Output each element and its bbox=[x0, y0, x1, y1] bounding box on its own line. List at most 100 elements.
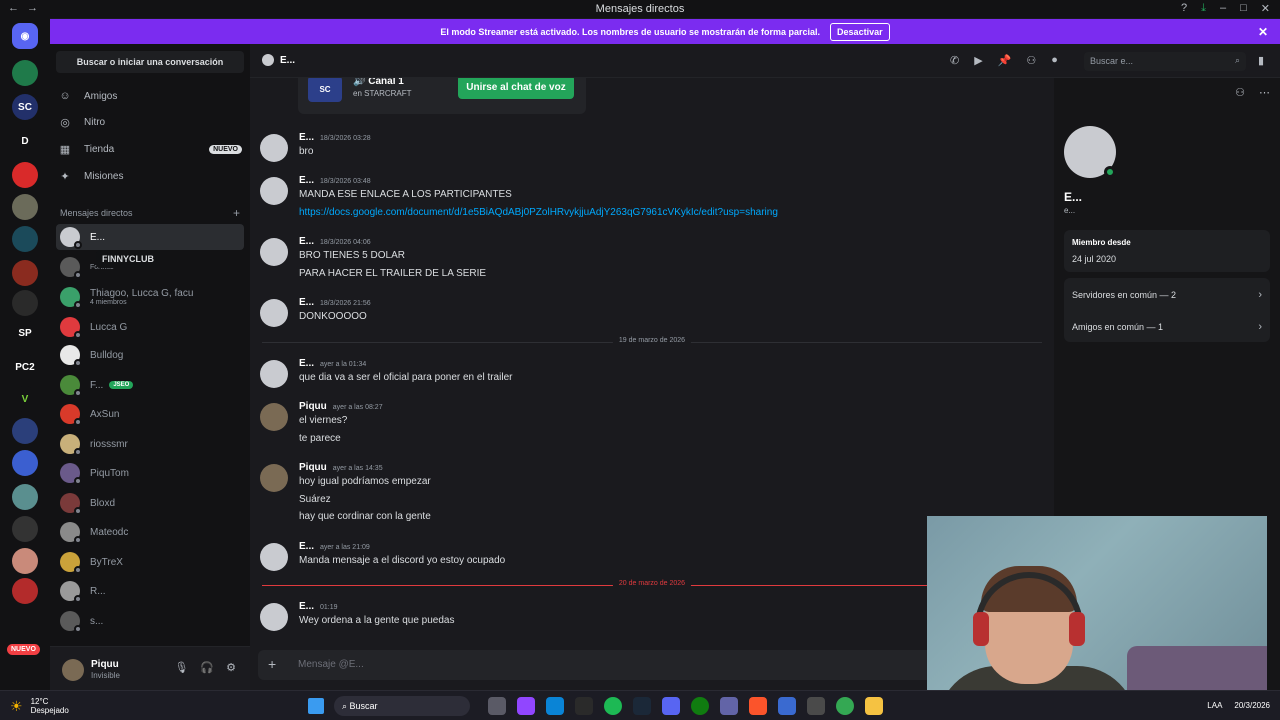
dm-list-item[interactable]: s... bbox=[56, 608, 244, 634]
message-author[interactable]: Piquu ayer a las 14:35 bbox=[299, 462, 383, 473]
clock-date[interactable]: 20/3/2026 bbox=[1234, 701, 1270, 710]
download-icon[interactable]: ⤓ bbox=[1201, 2, 1206, 15]
call-icon[interactable]: ✆ bbox=[950, 54, 959, 67]
message-link[interactable]: https://docs.google.com/document/d/1e5Bi… bbox=[299, 207, 778, 218]
server-icon[interactable] bbox=[12, 260, 38, 286]
add-friend-icon[interactable]: ⚇ bbox=[1026, 54, 1036, 67]
mutual-servers-row[interactable]: Servidores en común — 2 › bbox=[1072, 289, 1262, 301]
more-icon[interactable]: ⋯ bbox=[1259, 86, 1270, 99]
add-friend-icon[interactable]: ⚇ bbox=[1235, 86, 1245, 99]
server-icon[interactable] bbox=[12, 290, 38, 316]
dm-list-item[interactable]: F... JSEO bbox=[56, 372, 244, 398]
dm-list-item[interactable]: Thiagoo, Lucca G, facu 4 miembros bbox=[56, 284, 244, 310]
server-icon[interactable] bbox=[12, 450, 38, 476]
app-icon[interactable] bbox=[720, 697, 738, 715]
deactivate-button[interactable]: Desactivar bbox=[830, 22, 890, 41]
settings-icon[interactable] bbox=[807, 697, 825, 715]
message-author[interactable]: E... 18/3/2026 04:06 bbox=[299, 236, 371, 247]
message-author[interactable]: E... 18/3/2026 21:56 bbox=[299, 297, 371, 308]
headphones-icon[interactable]: 🎧 bbox=[200, 661, 214, 674]
server-icon[interactable] bbox=[12, 548, 38, 574]
server-icon[interactable] bbox=[12, 484, 38, 510]
message-author[interactable]: E... ayer a la 01:34 bbox=[299, 358, 366, 369]
app-icon[interactable] bbox=[575, 697, 593, 715]
steam-icon[interactable] bbox=[633, 697, 651, 715]
avatar[interactable] bbox=[260, 543, 288, 571]
help-icon[interactable]: ? bbox=[1181, 2, 1187, 15]
message-input[interactable]: Mensaje @E... bbox=[298, 659, 364, 670]
sidebar-item-misiones[interactable]: ✦ Misiones bbox=[58, 164, 246, 188]
app-icon[interactable] bbox=[778, 697, 796, 715]
message-author[interactable]: E... 18/3/2026 03:28 bbox=[299, 132, 371, 143]
server-icon[interactable] bbox=[12, 194, 38, 220]
sidebar-item-amigos[interactable]: ☺ Amigos bbox=[58, 84, 246, 108]
avatar[interactable] bbox=[260, 360, 288, 388]
message-author[interactable]: E... ayer a las 21:09 bbox=[299, 541, 370, 552]
dm-list-item[interactable]: ByTreX bbox=[56, 549, 244, 575]
avatar[interactable] bbox=[260, 238, 288, 266]
avatar[interactable] bbox=[260, 464, 288, 492]
dm-list-item[interactable]: AxSun bbox=[56, 401, 244, 427]
microphone-icon[interactable]: 🎙 bbox=[174, 661, 188, 674]
avatar[interactable] bbox=[260, 134, 288, 162]
weather-widget[interactable]: ☀ 12°C Despejado bbox=[10, 697, 69, 715]
server-icon[interactable] bbox=[12, 418, 38, 444]
server-icon[interactable]: PC2 bbox=[12, 354, 38, 380]
profile-avatar[interactable] bbox=[1064, 126, 1116, 178]
server-icon[interactable] bbox=[12, 162, 38, 188]
server-icon[interactable] bbox=[12, 226, 38, 252]
avatar[interactable] bbox=[260, 299, 288, 327]
app-icon[interactable] bbox=[517, 697, 535, 715]
mutual-friends-row[interactable]: Amigos en común — 1 › bbox=[1072, 321, 1262, 333]
app-icon[interactable] bbox=[546, 697, 564, 715]
spotify-icon[interactable] bbox=[604, 697, 622, 715]
server-icon[interactable] bbox=[12, 516, 38, 542]
discord-icon[interactable] bbox=[662, 697, 680, 715]
minimize-button[interactable]: – bbox=[1220, 2, 1226, 15]
server-icon[interactable]: V bbox=[12, 386, 38, 412]
brave-icon[interactable] bbox=[749, 697, 767, 715]
dm-list-item[interactable]: E... bbox=[56, 224, 244, 250]
new-dm-icon[interactable]: + bbox=[233, 206, 240, 220]
maximize-button[interactable]: □ bbox=[1240, 2, 1247, 15]
explorer-icon[interactable] bbox=[865, 697, 883, 715]
message-author[interactable]: Piquu ayer a las 08:27 bbox=[299, 401, 383, 412]
attach-icon[interactable]: + bbox=[268, 656, 276, 672]
dm-list-item[interactable]: Bloxd bbox=[56, 490, 244, 516]
server-icon[interactable]: SC bbox=[12, 94, 38, 120]
taskbar-search[interactable]: ⌕ Buscar bbox=[334, 696, 470, 716]
sidebar-item-tienda[interactable]: ▦ Tienda NUEVO bbox=[58, 137, 246, 161]
chrome-icon[interactable] bbox=[836, 697, 854, 715]
pin-icon[interactable]: 📌 bbox=[998, 54, 1012, 67]
xbox-icon[interactable] bbox=[691, 697, 709, 715]
server-icon[interactable]: SP bbox=[12, 320, 38, 346]
language-indicator[interactable]: LAA bbox=[1207, 701, 1222, 710]
join-voice-button[interactable]: Unirse al chat de voz bbox=[458, 75, 574, 99]
dm-list-item[interactable]: R... bbox=[56, 578, 244, 604]
find-conversation-button[interactable]: Buscar o iniciar una conversación bbox=[56, 51, 244, 73]
message-author[interactable]: E... 01:19 bbox=[299, 601, 338, 612]
dm-list-item[interactable]: riosssmr bbox=[56, 431, 244, 457]
avatar[interactable] bbox=[260, 403, 288, 431]
taskview-icon[interactable] bbox=[488, 697, 506, 715]
chat-search-input[interactable]: Buscar e... ⌕ bbox=[1084, 52, 1246, 71]
message-author[interactable]: E... 18/3/2026 03:48 bbox=[299, 175, 371, 186]
inbox-icon[interactable]: ▮ bbox=[1258, 54, 1264, 67]
video-icon[interactable]: ▶ bbox=[974, 54, 982, 67]
dm-list-item[interactable]: PiquTom bbox=[56, 460, 244, 486]
windows-start-icon[interactable] bbox=[308, 698, 324, 714]
dm-list-item[interactable]: Lucca G bbox=[56, 314, 244, 340]
settings-gear-icon[interactable]: ⚙ bbox=[226, 661, 236, 674]
server-icon[interactable] bbox=[12, 60, 38, 86]
sidebar-item-nitro[interactable]: ◎ Nitro bbox=[58, 110, 246, 134]
server-icon[interactable] bbox=[12, 578, 38, 604]
profile-icon[interactable]: ● bbox=[1051, 54, 1058, 67]
close-banner-icon[interactable]: ✕ bbox=[1258, 25, 1268, 39]
avatar[interactable] bbox=[260, 177, 288, 205]
dm-list-item[interactable]: Bulldog bbox=[56, 342, 244, 368]
avatar[interactable] bbox=[260, 603, 288, 631]
dm-list-item[interactable]: Mateodc bbox=[56, 519, 244, 545]
discord-home-button[interactable]: ◉ bbox=[12, 23, 38, 49]
close-window-button[interactable]: ✕ bbox=[1261, 2, 1270, 15]
server-icon[interactable]: D bbox=[12, 128, 38, 154]
